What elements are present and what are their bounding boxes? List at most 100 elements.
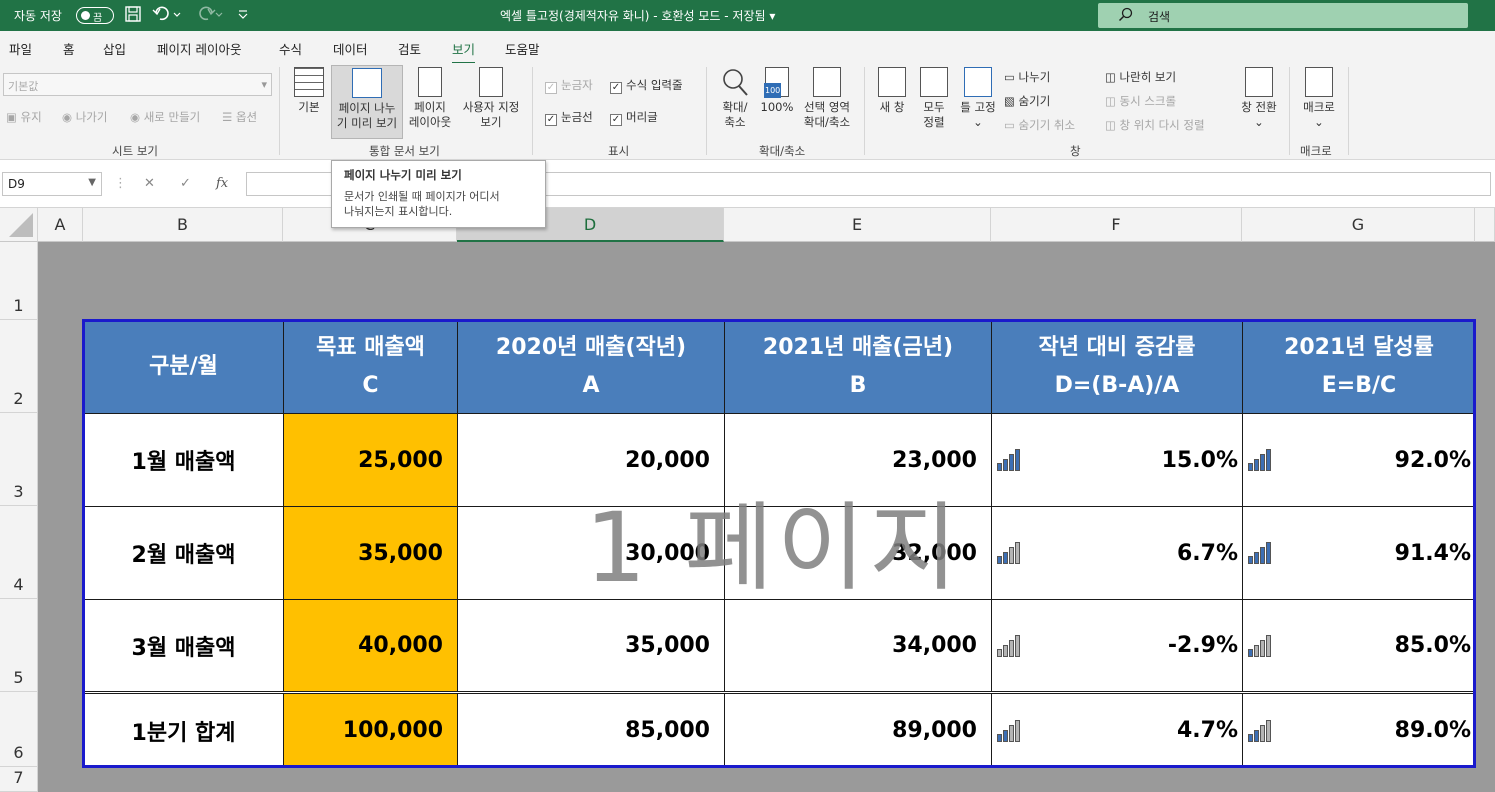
growth-cell[interactable]: 15.0% — [991, 413, 1243, 507]
keep-view-button[interactable]: ▣ 유지 — [6, 109, 42, 125]
row-header-6[interactable]: 6 — [0, 692, 38, 767]
column-header-e[interactable]: E — [724, 208, 991, 242]
achievement-cell[interactable]: 91.4% — [1242, 506, 1476, 600]
tab-formulas[interactable]: 수식 — [279, 39, 302, 58]
achievement-cell[interactable]: 92.0% — [1242, 413, 1476, 507]
new-view-button[interactable]: ◉ 새로 만들기 — [130, 109, 200, 125]
growth-cell[interactable]: -2.9% — [991, 599, 1243, 693]
page-break-preview-button[interactable]: 페이지 나누 기 미리 보기 — [331, 65, 403, 139]
column-header-g[interactable]: G — [1242, 208, 1475, 242]
custom-views-button[interactable]: 사용자 지정 보기 — [458, 67, 524, 130]
tab-data[interactable]: 데이터 — [333, 39, 368, 58]
target-cell[interactable]: 35,000 — [283, 506, 458, 600]
sales-2020-cell[interactable]: 20,000 — [457, 413, 725, 507]
sales-2021-cell[interactable]: 34,000 — [724, 599, 992, 693]
row-header-1[interactable]: 1 — [0, 242, 38, 320]
row-label-cell[interactable]: 1월 매출액 — [83, 413, 284, 507]
sync-scroll-button[interactable]: ◫ 동시 스크롤 — [1105, 93, 1176, 109]
sales-2021-cell[interactable]: 32,000 — [724, 506, 992, 600]
tab-home[interactable]: 홈 — [63, 39, 75, 58]
target-cell[interactable]: 25,000 — [283, 413, 458, 507]
column-header-b[interactable]: B — [83, 208, 283, 242]
save-icon[interactable] — [122, 5, 144, 25]
name-box[interactable]: D9 ▼ — [2, 172, 102, 196]
normal-view-button[interactable]: 기본 — [289, 67, 329, 115]
row-label-cell[interactable]: 3월 매출액 — [83, 599, 284, 693]
sales-2020-cell[interactable]: 85,000 — [457, 691, 725, 768]
row-header-2[interactable]: 2 — [0, 320, 38, 413]
headings-label: 머리글 — [626, 110, 658, 124]
side-by-side-button[interactable]: ◫ 나란히 보기 — [1105, 69, 1176, 85]
insert-function-icon[interactable]: fx — [216, 176, 228, 191]
select-all-button[interactable] — [0, 208, 38, 242]
column-header-h[interactable] — [1475, 208, 1495, 242]
column-header-f[interactable]: F — [991, 208, 1242, 242]
signal-bar — [1015, 449, 1020, 471]
signal-bar — [1254, 459, 1259, 471]
side-by-side-label: 나란히 보기 — [1119, 70, 1177, 84]
new-window-button[interactable]: 새 창 — [872, 67, 912, 115]
zoom-100-button[interactable]: 100 100% — [758, 67, 796, 115]
header-cell[interactable]: 구분/월 — [83, 320, 284, 414]
reset-position-button[interactable]: ◫ 창 위치 다시 정렬 — [1105, 117, 1205, 133]
tab-file[interactable]: 파일 — [9, 39, 32, 58]
tab-view[interactable]: 보기 — [452, 39, 476, 65]
sales-2020-cell[interactable]: 35,000 — [457, 599, 725, 693]
signal-bar — [997, 463, 1002, 471]
arrange-all-button[interactable]: 모두 정렬 — [914, 67, 954, 130]
customize-qat-icon[interactable] — [232, 5, 254, 25]
row-header-4[interactable]: 4 — [0, 506, 38, 599]
header-cell[interactable]: 2021년 매출(금년) B — [724, 320, 992, 414]
column-header-a[interactable]: A — [38, 208, 83, 242]
achievement-cell[interactable]: 89.0% — [1242, 691, 1476, 768]
switch-windows-button[interactable]: 창 전환 ⌄ — [1236, 67, 1282, 130]
header-cell[interactable]: 목표 매출액 C — [283, 320, 458, 414]
sheet-view-combo[interactable]: 기본값 ▾ — [3, 73, 272, 96]
sales-2021-cell[interactable]: 23,000 — [724, 413, 992, 507]
achievement-cell[interactable]: 85.0% — [1242, 599, 1476, 693]
header-cell[interactable]: 2020년 매출(작년) A — [457, 320, 725, 414]
redo-icon[interactable] — [192, 5, 226, 25]
ruler-checkbox[interactable]: ✓ 눈금자 — [545, 77, 593, 94]
new-view-icon: ◉ — [130, 110, 144, 124]
unhide-button[interactable]: ▭ 숨기기 취소 — [1004, 117, 1075, 133]
undo-icon[interactable] — [150, 5, 184, 25]
row-header-3[interactable]: 3 — [0, 413, 38, 506]
autosave-toggle[interactable]: 끔 — [76, 7, 114, 24]
zoom-button[interactable]: 확대/ 축소 — [714, 67, 756, 130]
hide-button[interactable]: ▧ 숨기기 — [1004, 93, 1050, 109]
formula-bar-checkbox[interactable]: ✓ 수식 입력줄 — [610, 77, 683, 94]
row-header-5[interactable]: 5 — [0, 599, 38, 692]
gridlines-checkbox[interactable]: ✓ 눈금선 — [545, 109, 593, 126]
split-button[interactable]: ▭ 나누기 — [1004, 69, 1050, 85]
row-label-cell[interactable]: 1분기 합계 — [83, 691, 284, 768]
target-cell[interactable]: 100,000 — [283, 691, 458, 768]
tab-review[interactable]: 검토 — [398, 39, 421, 58]
tab-insert[interactable]: 삽입 — [103, 39, 126, 58]
row-label-cell[interactable]: 2월 매출액 — [83, 506, 284, 600]
view-options-button[interactable]: ☰ 옵션 — [222, 109, 257, 125]
target-cell[interactable]: 40,000 — [283, 599, 458, 693]
page-layout-view-button[interactable]: 페이지 레이아웃 — [405, 67, 455, 130]
achievement-value: 89.0% — [1394, 718, 1471, 743]
exit-view-button[interactable]: ◉ 나가기 — [62, 109, 107, 125]
headings-checkbox[interactable]: ✓ 머리글 — [610, 109, 658, 126]
zoom-selection-button[interactable]: 선택 영역 확대/축소 — [798, 67, 856, 130]
tab-help[interactable]: 도움말 — [505, 39, 540, 58]
row-header-7[interactable]: 7 — [0, 767, 38, 792]
header-cell[interactable]: 작년 대비 증감률 D=(B-A)/A — [991, 320, 1243, 414]
document-title[interactable]: 엑셀 틀고정(경제적자유 화니) - 호환성 모드 - 저장됨 ▾ — [500, 7, 775, 24]
cancel-icon[interactable]: ✕ — [144, 176, 155, 191]
macros-button[interactable]: 매크로 ⌄ — [1297, 67, 1341, 130]
growth-cell[interactable]: 6.7% — [991, 506, 1243, 600]
search-box[interactable]: 검색 — [1098, 3, 1468, 28]
enter-icon[interactable]: ✓ — [180, 176, 191, 191]
header-cell[interactable]: 2021년 달성률 E=B/C — [1242, 320, 1476, 414]
tab-page-layout[interactable]: 페이지 레이아웃 — [157, 39, 241, 58]
growth-cell[interactable]: 4.7% — [991, 691, 1243, 768]
freeze-panes-button[interactable]: 틀 고정 ⌄ — [956, 67, 1000, 130]
ribbon-tabs: 파일 홈 삽입 페이지 레이아웃 수식 데이터 검토 보기 도움말 — [0, 31, 1495, 65]
sales-2021-cell[interactable]: 89,000 — [724, 691, 992, 768]
sales-2020-cell[interactable]: 30,000 — [457, 506, 725, 600]
signal-bars-icon — [1248, 718, 1274, 742]
